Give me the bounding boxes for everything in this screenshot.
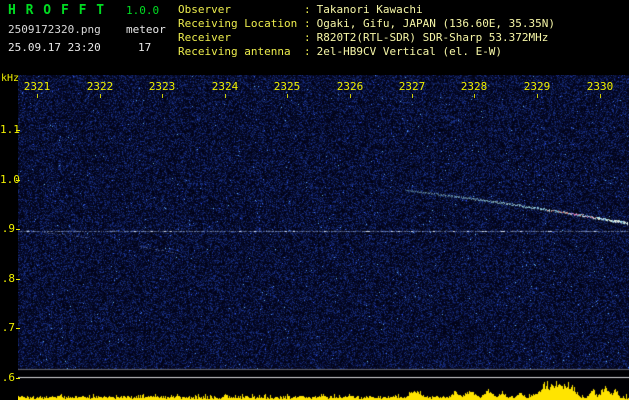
y-tick-label: 1.0 <box>0 173 15 186</box>
app-title: H R O F F T <box>8 3 105 18</box>
info-value: Takanori Kawachi <box>317 3 423 16</box>
x-tick-label: 2327 <box>395 80 429 93</box>
y-tick-label: .9 <box>0 222 15 235</box>
x-tick-label: 2325 <box>270 80 304 93</box>
app-version: 1.0.0 <box>126 4 159 17</box>
hrofft-window: H R O F F T 1.0.0 2509172320.png meteor … <box>0 0 629 400</box>
x-tick-label: 2324 <box>208 80 242 93</box>
y-axis-unit: kHz <box>1 73 19 84</box>
info-value: R820T2(RTL-SDR) SDR-Sharp 53.372MHz <box>317 31 549 44</box>
y-tick-label: 1.1 <box>0 123 15 136</box>
info-separator: : <box>304 17 311 30</box>
y-tick-label: .8 <box>0 272 15 285</box>
x-tick-label: 2323 <box>145 80 179 93</box>
info-separator: : <box>304 3 311 16</box>
x-tick-label: 2328 <box>457 80 491 93</box>
info-row-location: Receiving Location: Ogaki, Gifu, JAPAN (1… <box>178 17 555 31</box>
x-tick-label: 2326 <box>333 80 367 93</box>
station-info: Observer: Takanori Kawachi Receiving Loca… <box>178 3 555 59</box>
info-row-antenna: Receiving antenna:2el-HB9CV Vertical (el… <box>178 45 555 59</box>
observation-datetime: 25.09.17 23:20 <box>8 41 101 54</box>
x-tick-label: 2322 <box>83 80 117 93</box>
info-row-observer: Observer: Takanori Kawachi <box>178 3 555 17</box>
x-tick-label: 2329 <box>520 80 554 93</box>
y-tick-label: .7 <box>0 321 15 334</box>
y-tick-label: .6 <box>0 371 15 384</box>
info-value: Ogaki, Gifu, JAPAN (136.60E, 35.35N) <box>317 17 555 30</box>
x-tick-label: 2321 <box>20 80 54 93</box>
info-value: 2el-HB9CV Vertical (el. E-W) <box>317 45 502 58</box>
echo-count: 17 <box>138 41 151 54</box>
info-row-receiver: Receiver: R820T2(RTL-SDR) SDR-Sharp 53.37… <box>178 31 555 45</box>
info-label: Receiver <box>178 31 304 45</box>
output-filename: 2509172320.png <box>8 23 101 36</box>
info-label: Receiving Location <box>178 17 304 31</box>
info-separator: : <box>304 45 311 58</box>
info-label: Receiving antenna <box>178 45 304 59</box>
info-separator: : <box>304 31 311 44</box>
mode-label: meteor <box>126 23 166 36</box>
info-label: Observer <box>178 3 304 17</box>
x-tick-label: 2330 <box>583 80 617 93</box>
spectrogram-canvas <box>18 75 629 400</box>
